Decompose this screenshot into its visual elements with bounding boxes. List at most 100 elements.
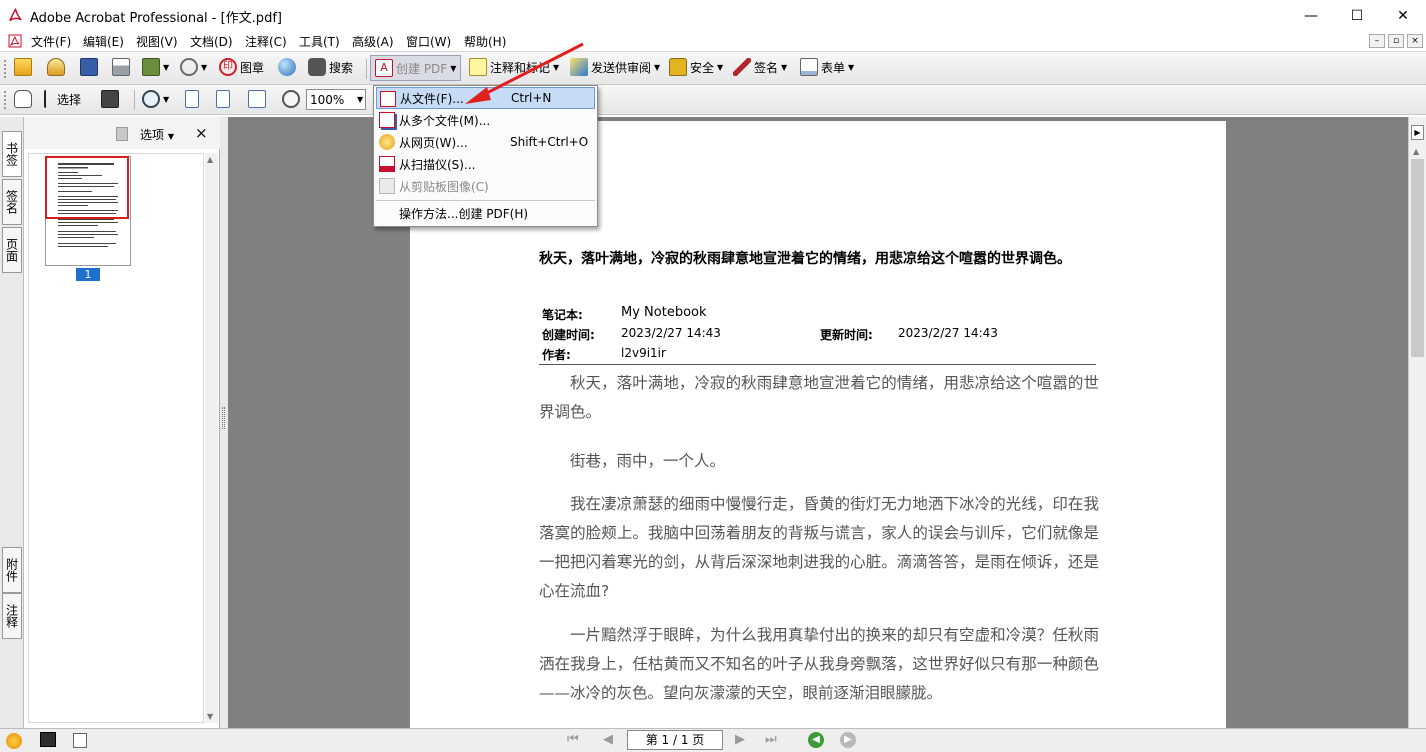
- last-page-button[interactable]: ⏭: [765, 732, 777, 747]
- search-button[interactable]: 搜索: [308, 58, 353, 76]
- menu-comments[interactable]: 注释(C): [245, 33, 287, 50]
- menu-item-from-clipboard[interactable]: 从剪贴板图像(C): [376, 175, 595, 197]
- actual-size-button[interactable]: [185, 90, 199, 108]
- organizer-icon: [47, 58, 65, 76]
- select-label: 选择: [57, 92, 82, 107]
- close-button[interactable]: ✕: [1380, 0, 1426, 31]
- zoom-select[interactable]: 100% ▼: [306, 89, 366, 110]
- security-button[interactable]: 安全 ▼: [669, 58, 723, 76]
- updated-label: 更新时间:: [820, 328, 873, 342]
- zoom-out-button[interactable]: [282, 90, 300, 108]
- forward-view-button[interactable]: ▶: [840, 732, 856, 748]
- scroll-thumb[interactable]: [1411, 159, 1424, 357]
- camera-icon: [101, 90, 119, 108]
- previous-page-button[interactable]: ◀: [603, 732, 613, 747]
- fit-page-button[interactable]: [216, 90, 230, 108]
- menu-file[interactable]: 文件(F): [31, 33, 71, 50]
- clipboard-icon: [379, 178, 395, 194]
- mdi-minimize-button[interactable]: –: [1369, 34, 1385, 48]
- web-button[interactable]: [278, 58, 296, 76]
- zoom-in-button[interactable]: ▼: [142, 90, 169, 108]
- sign-button[interactable]: 签名 ▼: [733, 58, 787, 76]
- monitor-icon[interactable]: [40, 732, 56, 747]
- minimize-button[interactable]: —: [1288, 0, 1334, 31]
- close-icon: ✕: [1397, 7, 1409, 24]
- scanner-icon: [379, 156, 395, 172]
- trash-icon[interactable]: [116, 127, 128, 141]
- hand-tool-button[interactable]: [14, 90, 32, 108]
- email-icon: [142, 58, 160, 76]
- paperclip-icon: [180, 58, 198, 76]
- tab-pages[interactable]: 页面: [2, 227, 22, 273]
- maximize-icon: ☐: [1350, 7, 1364, 24]
- menu-item-from-web-page[interactable]: 从网页(W)... Shift+Ctrl+O: [376, 131, 595, 153]
- scroll-down-icon[interactable]: ▼: [207, 712, 213, 721]
- menu-item-from-multiple-files[interactable]: 从多个文件(M)...: [376, 109, 595, 131]
- select-tool-button[interactable]: 选择: [44, 90, 81, 108]
- fit-width-button[interactable]: [248, 90, 266, 108]
- attach-button[interactable]: ▼: [180, 58, 207, 76]
- meta-divider: [539, 364, 1096, 365]
- sun-icon[interactable]: [6, 733, 22, 749]
- paragraph-4: 一片黯然浮于眼眸，为什么我用真挚付出的换来的却只有空虚和冷漠？任秋雨洒在我身上，…: [539, 626, 1099, 702]
- chevron-down-icon: ▼: [357, 95, 364, 104]
- tab-attachments[interactable]: 附件: [2, 547, 22, 593]
- maximize-button[interactable]: ☐: [1334, 0, 1380, 31]
- first-page-button[interactable]: ⏮: [567, 732, 579, 747]
- mdi-close-button[interactable]: ×: [1407, 34, 1423, 48]
- open-button[interactable]: [14, 58, 32, 76]
- print-icon: [112, 58, 130, 76]
- print-button[interactable]: [112, 58, 130, 76]
- view-region-box[interactable]: [45, 156, 129, 219]
- menu-advanced[interactable]: 高级(A): [352, 33, 394, 50]
- back-view-button[interactable]: ◀: [808, 732, 824, 748]
- chevron-down-icon: ▼: [781, 62, 788, 72]
- mdi-restore-button[interactable]: ▫: [1388, 34, 1404, 48]
- scroll-up-icon[interactable]: ▲: [1413, 147, 1419, 156]
- acrobat-doc-icon: [8, 34, 22, 48]
- scroll-up-icon[interactable]: ▲: [207, 155, 213, 164]
- navigation-toolbar: 选择 ▼ 100% ▼: [0, 85, 1426, 115]
- multiple-files-icon: [379, 112, 395, 128]
- chevron-down-icon: ▼: [167, 132, 174, 141]
- create-pdf-label: 创建 PDF: [396, 61, 448, 76]
- page-thumbnail[interactable]: [45, 156, 131, 266]
- main-toolbar: ▼ ▼ 印图章 搜索 A 创建 PDF ▼ 注释和标记 ▼ 发送供审阅 ▼ 安全 ▼ 签名…: [0, 52, 1426, 85]
- forms-button[interactable]: 表单 ▼: [800, 58, 854, 76]
- menu-window[interactable]: 窗口(W): [406, 33, 451, 50]
- notebook-label: 笔记本:: [542, 308, 583, 322]
- panel-close-button[interactable]: ×: [195, 124, 208, 142]
- menu-document[interactable]: 文档(D): [190, 33, 233, 50]
- create-pdf-button[interactable]: A 创建 PDF ▼: [370, 55, 462, 81]
- menu-view[interactable]: 视图(V): [136, 33, 178, 50]
- organizer-button[interactable]: [47, 58, 65, 76]
- menu-item-from-scanner[interactable]: 从扫描仪(S)...: [376, 153, 595, 175]
- tab-comments[interactable]: 注释: [2, 593, 22, 639]
- menu-tools[interactable]: 工具(T): [299, 33, 340, 50]
- binoculars-icon: [308, 58, 326, 76]
- next-page-button[interactable]: ▶: [735, 732, 745, 747]
- paragraph-1: 秋天，落叶满地，冷寂的秋雨肆意地宣泄着它的情绪，用悲凉给这个喧嚣的世界调色。: [539, 374, 1099, 421]
- panel-expand-icon[interactable]: ▶: [1411, 125, 1424, 140]
- panel-splitter[interactable]: [220, 117, 228, 728]
- author-value: l2v9i1ir: [621, 346, 666, 360]
- page-number-field[interactable]: 第 1 / 1 页: [627, 730, 723, 750]
- menu-item-how-to[interactable]: 操作方法...创建 PDF(H): [376, 202, 595, 224]
- menu-edit[interactable]: 编辑(E): [83, 33, 124, 50]
- create-pdf-icon: A: [375, 59, 393, 77]
- save-icon: [80, 58, 98, 76]
- panel-scrollbar[interactable]: ▲ ▼: [205, 153, 218, 723]
- page-layout-icon[interactable]: [73, 733, 87, 748]
- notebook-value: My Notebook: [621, 305, 707, 320]
- stamp-button[interactable]: 印图章: [219, 58, 264, 76]
- document-scrollbar[interactable]: ▶ ▲: [1408, 117, 1426, 728]
- save-button[interactable]: [80, 58, 98, 76]
- fit-page-icon: [216, 90, 230, 108]
- email-button[interactable]: ▼: [142, 58, 169, 76]
- options-button[interactable]: 选项 ▼: [140, 126, 174, 143]
- tab-bookmarks[interactable]: 书签: [2, 131, 22, 177]
- updated-value: 2023/2/27 14:43: [898, 326, 998, 340]
- snapshot-button[interactable]: [101, 90, 119, 108]
- tab-signatures[interactable]: 签名: [2, 179, 22, 225]
- navigation-tabs: 书签 签名 页面 附件 注释: [0, 117, 24, 728]
